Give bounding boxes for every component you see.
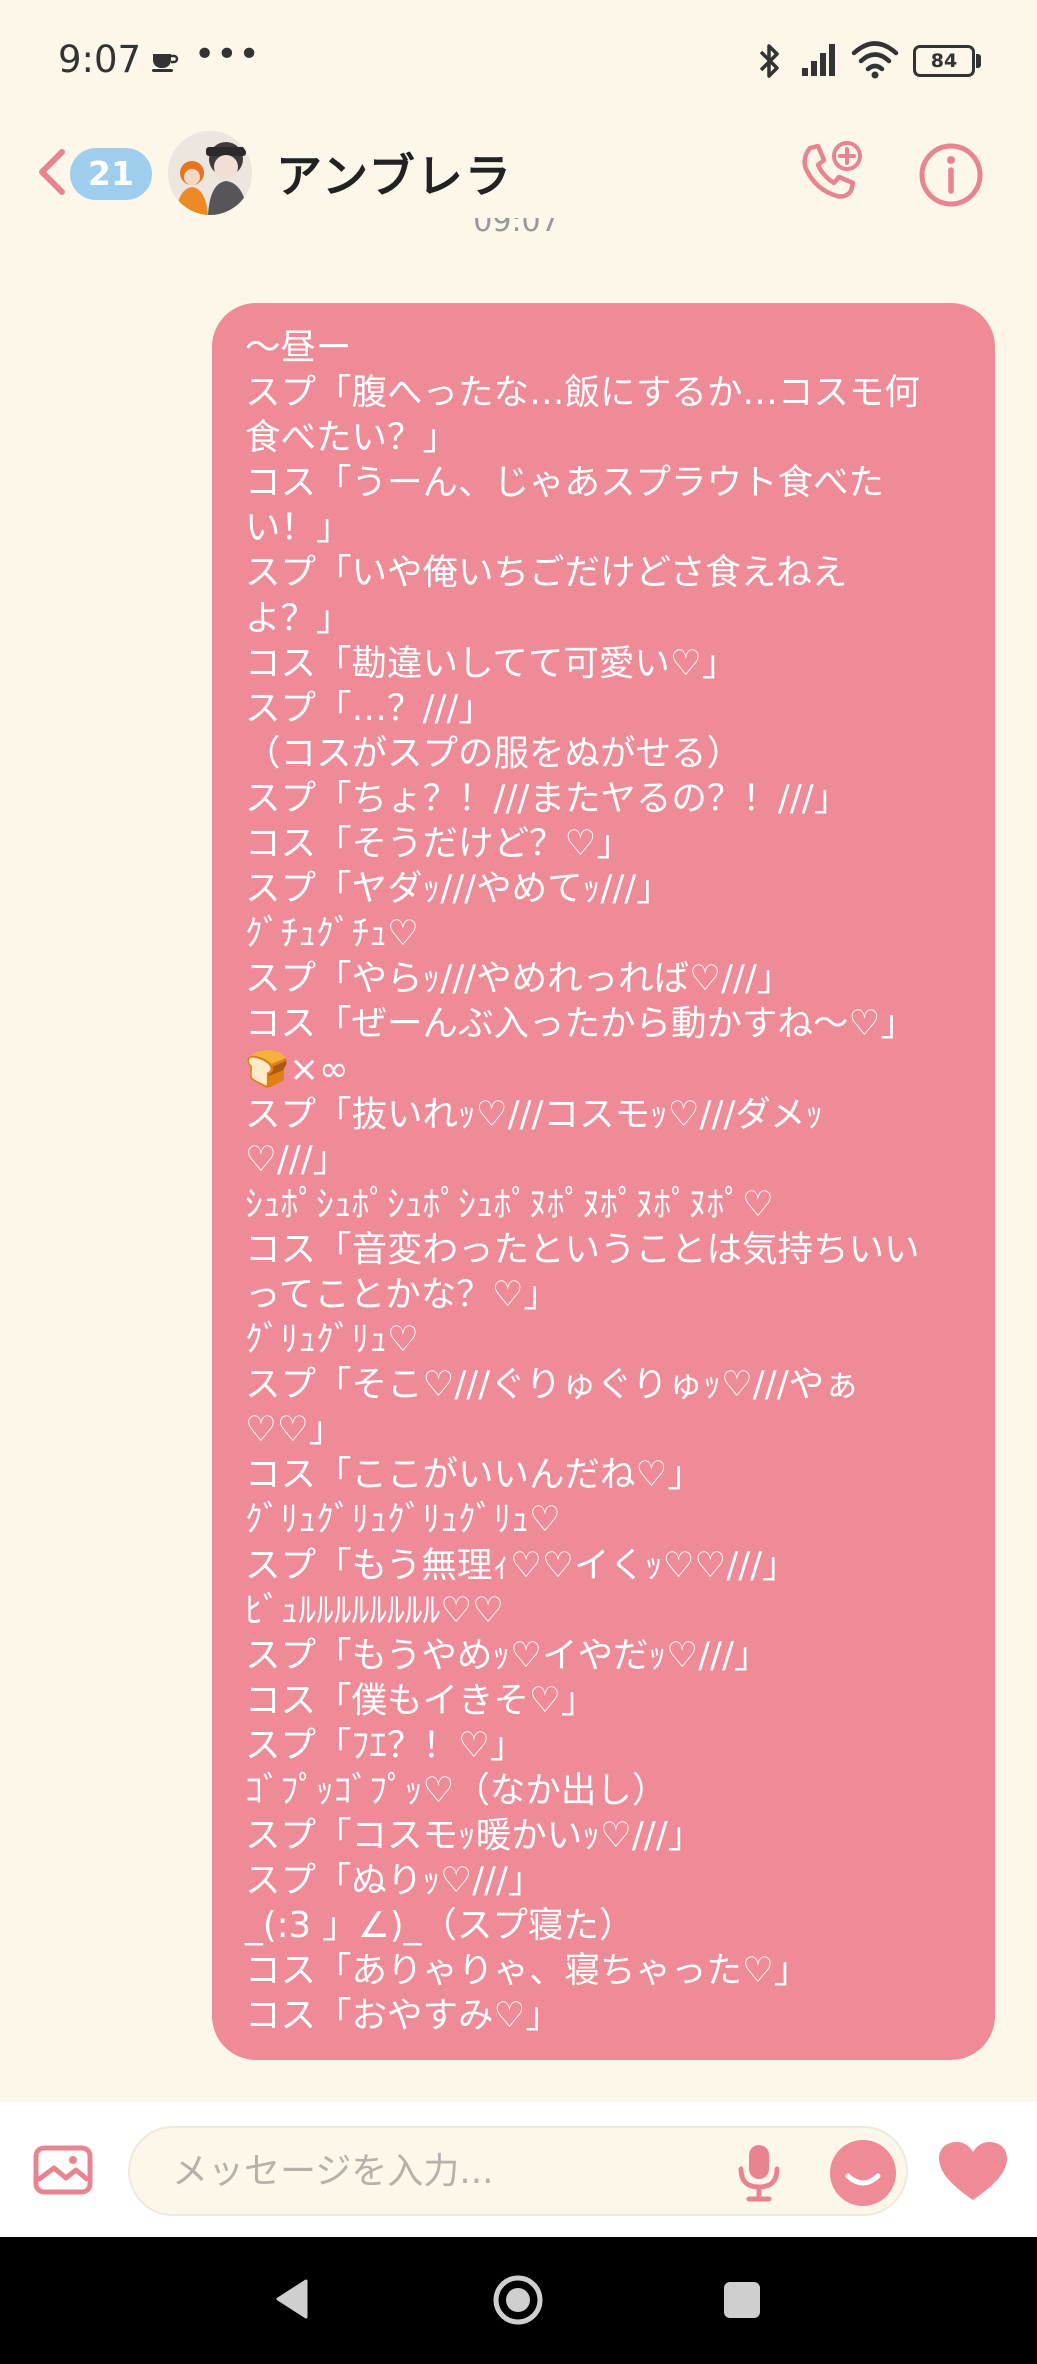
message-line: コス「僕もイきそ♡」 xyxy=(245,1679,597,1721)
chat-screen: 9:07 ••• 84 21 アンブレラ 09:07 〜昼ー スプ「腹へったな…… xyxy=(0,0,1037,2364)
nav-back-icon[interactable] xyxy=(272,2277,312,2321)
mic-icon[interactable] xyxy=(735,2141,783,2203)
message-line: _(:3 」∠)_（スプ寝た） xyxy=(245,1905,635,1947)
chat-title[interactable]: アンブレラ xyxy=(276,140,513,206)
message-line: よ？」 xyxy=(245,597,352,639)
message-line: （コスがスプの服をぬがせる） xyxy=(245,732,743,774)
unread-count-badge[interactable]: 21 xyxy=(70,148,152,200)
message-line: スプ「もうやめｯ♡イやだｯ♡///」 xyxy=(245,1634,770,1676)
message-line: 〜昼ー xyxy=(245,327,352,368)
message-line: スプ「そこ♡///ぐりゅぐりゅｯ♡///やぁ xyxy=(245,1364,860,1406)
message-bubble[interactable]: 〜昼ー スプ「腹へったな…飯にするか…コスモ何 食べたい？」 コス「うーん、じゃあスプ… xyxy=(212,303,995,2060)
message-line: ｸﾞﾘｭｸﾞﾘｭ♡ xyxy=(245,1319,419,1361)
coffee-cup-icon xyxy=(152,54,179,72)
avatar-image xyxy=(168,131,252,215)
back-chevron-icon[interactable] xyxy=(34,147,70,197)
message-line: スプ「いや俺いちごだけどさ食えねえ xyxy=(245,552,848,594)
message-line: ってことかな？♡」 xyxy=(245,1273,560,1315)
emoji-icon xyxy=(845,2173,881,2186)
message-line: スプ「ﾌｴ？！♡」 xyxy=(245,1724,526,1766)
emoji-button[interactable] xyxy=(830,2140,896,2206)
message-line: スプ「抜いれｯ♡///コスモｯ♡///ダメｯ xyxy=(245,1093,824,1135)
status-more-dots: ••• xyxy=(194,34,261,75)
timestamp-text: 09:07 xyxy=(473,218,560,239)
message-line: ｸﾞﾘｭｸﾞﾘｭｸﾞﾘｭｸﾞﾘｭ♡ xyxy=(245,1499,561,1541)
message-timestamp: 09:07 xyxy=(0,218,1037,258)
status-time: 9:07 xyxy=(58,38,142,81)
message-line: ♡///」 xyxy=(245,1138,349,1180)
message-input[interactable] xyxy=(128,2126,908,2216)
message-line: ｸﾞﾁｭｸﾞﾁｭ♡ xyxy=(245,913,419,955)
message-line: スプ「やらｯ///やめれっれば♡///」 xyxy=(245,958,793,1000)
message-line: コス「音変わったということは気持ちいい xyxy=(245,1228,920,1270)
message-line: スプ「もう無理ｨ♡♡イくｯ♡♡///」 xyxy=(245,1544,798,1586)
message-line: コス「そうだけど？♡」 xyxy=(245,823,632,865)
message-line: コス「ここがいいんだね♡」 xyxy=(245,1454,703,1496)
message-line: コス「うーん、じゃあスプラウト食べた xyxy=(245,462,885,504)
message-line: スプ「腹へったな…飯にするか…コスモ何 xyxy=(245,372,920,414)
battery-nub xyxy=(976,54,981,68)
message-line: コス「勘違いしてて可愛い♡」 xyxy=(245,642,738,684)
message-line: コス「おやすみ♡」 xyxy=(245,1995,561,2037)
message-line: 食べたい？」 xyxy=(245,417,459,459)
message-line: スプ「…？///」 xyxy=(245,687,494,729)
gallery-icon[interactable] xyxy=(32,2142,94,2198)
heart-icon[interactable] xyxy=(937,2140,1009,2204)
message-line: スプ「ぬりｯ♡///」 xyxy=(245,1860,544,1902)
message-line: ｺﾞﾌﾟｯｺﾞﾌﾟｯ♡（なか出し） xyxy=(245,1770,668,1811)
wifi-icon xyxy=(851,41,899,79)
call-add-icon[interactable] xyxy=(796,140,864,208)
message-line: 🍞×∞ xyxy=(245,1048,349,1090)
message-line: コス「ぜーんぶ入ったから動かすね〜♡」 xyxy=(245,1003,916,1045)
info-icon[interactable] xyxy=(918,142,984,208)
nav-home-icon[interactable] xyxy=(492,2274,544,2326)
message-line: ♡♡」 xyxy=(245,1409,345,1451)
signal-icon xyxy=(802,44,835,76)
nav-recents-icon[interactable] xyxy=(724,2282,760,2318)
message-line: スプ「コスモｯ暖かいｯ♡///」 xyxy=(245,1815,704,1857)
message-line: スプ「ちょ？！///またヤるの？！///」 xyxy=(245,777,850,819)
message-line: ｼｭﾎﾟｼｭﾎﾟｼｭﾎﾟｼｭﾎﾟﾇﾎﾟﾇﾎﾟﾇﾎﾟﾇﾎﾟ♡ xyxy=(245,1183,774,1225)
message-line: スプ「ヤダｯ///やめてｯ///」 xyxy=(245,868,672,910)
bluetooth-icon xyxy=(759,44,779,78)
battery-level: 84 xyxy=(930,50,958,72)
message-line: ﾋﾞｭﾙﾙﾙﾙﾙﾙﾙﾙ♡♡ xyxy=(245,1589,504,1631)
avatar[interactable] xyxy=(168,131,252,215)
message-line: コス「ありゃりゃ、寝ちゃった♡」 xyxy=(245,1950,810,1992)
message-line: い！」 xyxy=(245,507,352,549)
